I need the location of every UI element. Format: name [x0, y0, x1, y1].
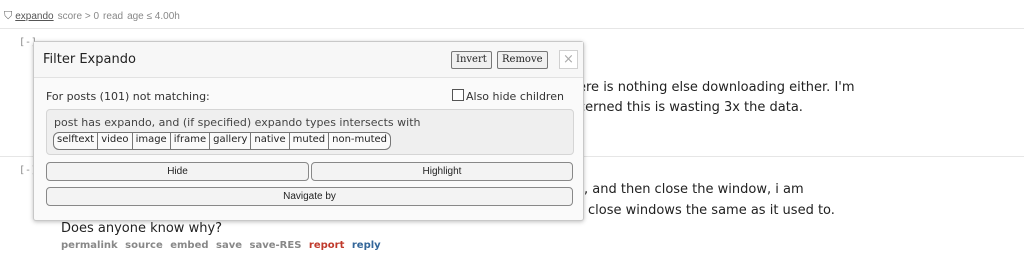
comment-text-line: Does anyone know why? [61, 221, 223, 236]
chip-selftext[interactable]: selftext [54, 133, 99, 149]
comment-text-line: , and then close the window, i am [584, 182, 804, 197]
expando-type-chips: selftext video image iframe gallery nati… [53, 132, 392, 150]
highlight-button[interactable]: Highlight [311, 162, 573, 181]
invert-button[interactable]: Invert [451, 51, 492, 69]
chip-muted[interactable]: muted [290, 133, 330, 149]
filter-criteria-box: post has expando, and (if specified) exp… [46, 109, 574, 155]
also-hide-children-checkbox[interactable] [452, 89, 464, 101]
chip-gallery[interactable]: gallery [210, 133, 252, 149]
popup-header: Filter Expando Invert Remove × [34, 42, 583, 78]
permalink-link[interactable]: permalink [61, 240, 118, 251]
not-matching-label: For posts (101) not matching: [46, 90, 210, 103]
filter-name-link[interactable]: expando [15, 11, 53, 22]
chip-iframe[interactable]: iframe [171, 133, 211, 149]
save-res-link[interactable]: save-RES [250, 240, 302, 251]
filter-condition-read[interactable]: read [103, 11, 123, 22]
chip-video[interactable]: video [98, 133, 133, 149]
close-icon[interactable]: × [559, 50, 578, 69]
also-hide-children-label: Also hide children [466, 90, 564, 103]
comment-text-line: close windows the same as it used to. [588, 203, 835, 218]
reply-link[interactable]: reply [352, 240, 381, 251]
source-link[interactable]: source [125, 240, 163, 251]
navigate-by-button[interactable]: Navigate by [46, 187, 573, 206]
criteria-description: post has expando, and (if specified) exp… [54, 116, 421, 129]
report-link[interactable]: report [309, 240, 344, 251]
remove-button[interactable]: Remove [497, 51, 548, 69]
filter-expando-popup: Filter Expando Invert Remove × For posts… [33, 41, 584, 221]
comment-text-line: cerned this is wasting 3x the data. [578, 100, 803, 115]
filter-funnel-icon: ⛉ [4, 10, 13, 22]
chip-non-muted[interactable]: non-muted [329, 133, 390, 149]
comment-text-line: ere is nothing else downloading either. … [578, 80, 855, 95]
filter-line: ⛉ expando score > 0 read age ≤ 4.00h [4, 10, 184, 23]
popup-title: Filter Expando [43, 52, 136, 67]
chip-native[interactable]: native [251, 133, 290, 149]
filter-condition-age[interactable]: age ≤ 4.00h [127, 11, 180, 22]
hide-button[interactable]: Hide [46, 162, 309, 181]
comment-action-list: permalink source embed save save-RES rep… [61, 240, 385, 251]
also-hide-children-toggle[interactable]: Also hide children [452, 89, 564, 103]
embed-link[interactable]: embed [170, 240, 208, 251]
save-link[interactable]: save [216, 240, 242, 251]
chip-image[interactable]: image [133, 133, 171, 149]
filter-condition-score[interactable]: score > 0 [58, 11, 99, 22]
comment-divider [0, 28, 1024, 29]
